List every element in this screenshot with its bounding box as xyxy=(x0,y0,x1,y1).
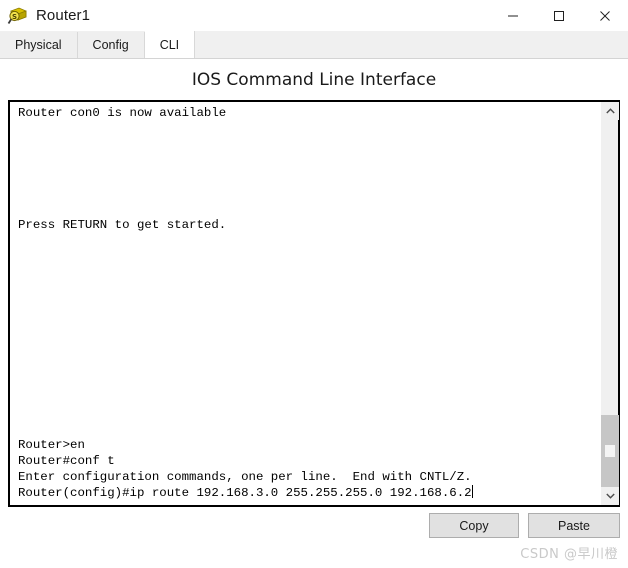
terminal-line: Press RETURN to get started. xyxy=(18,218,227,232)
title-bar: S Router1 xyxy=(0,0,628,31)
tab-config-label: Config xyxy=(92,38,129,52)
svg-text:S: S xyxy=(12,13,17,21)
maximize-button[interactable] xyxy=(536,0,582,31)
close-button[interactable] xyxy=(582,0,628,31)
cli-output-area[interactable]: Router con0 is now available Press RETUR… xyxy=(10,102,600,505)
scrollbar-thumb[interactable] xyxy=(601,415,619,487)
terminal-line: Router#conf t xyxy=(18,454,115,468)
text-cursor xyxy=(471,485,473,498)
router-device-icon: S xyxy=(7,5,29,27)
tab-config[interactable]: Config xyxy=(77,32,145,58)
terminal-line: Enter configuration commands, one per li… xyxy=(18,470,472,484)
tab-bar: Physical Config CLI xyxy=(0,31,628,59)
minimize-button[interactable] xyxy=(490,0,536,31)
paste-button-label: Paste xyxy=(558,518,590,533)
terminal-scrollbar[interactable] xyxy=(600,102,619,505)
scroll-down-arrow-icon[interactable] xyxy=(601,487,619,505)
scrollbar-thumb-grip xyxy=(605,445,615,457)
terminal-command-block: Router>en Router#conf t Enter configurat… xyxy=(18,437,473,501)
tab-cli-label: CLI xyxy=(159,37,180,52)
watermark: CSDN @早川橙 xyxy=(520,547,618,562)
terminal-line: Router>en xyxy=(18,438,85,452)
terminal-line: Router con0 is now available xyxy=(18,106,227,120)
scroll-up-arrow-icon[interactable] xyxy=(601,102,619,120)
paste-button[interactable]: Paste xyxy=(528,513,620,538)
page-title: IOS Command Line Interface xyxy=(191,70,437,90)
window-controls xyxy=(490,0,628,31)
tab-physical-label: Physical xyxy=(15,38,62,52)
terminal-current-command: Router(config)#ip route 192.168.3.0 255.… xyxy=(18,486,472,500)
copy-button[interactable]: Copy xyxy=(429,513,519,538)
copy-button-label: Copy xyxy=(459,518,489,533)
cli-terminal-panel: Router con0 is now available Press RETUR… xyxy=(8,100,620,507)
window-title: Router1 xyxy=(36,7,91,24)
tab-physical[interactable]: Physical xyxy=(0,32,78,58)
terminal-prompt-line: Router(config)#ip route 192.168.3.0 255.… xyxy=(18,485,473,501)
tab-cli[interactable]: CLI xyxy=(144,31,196,58)
